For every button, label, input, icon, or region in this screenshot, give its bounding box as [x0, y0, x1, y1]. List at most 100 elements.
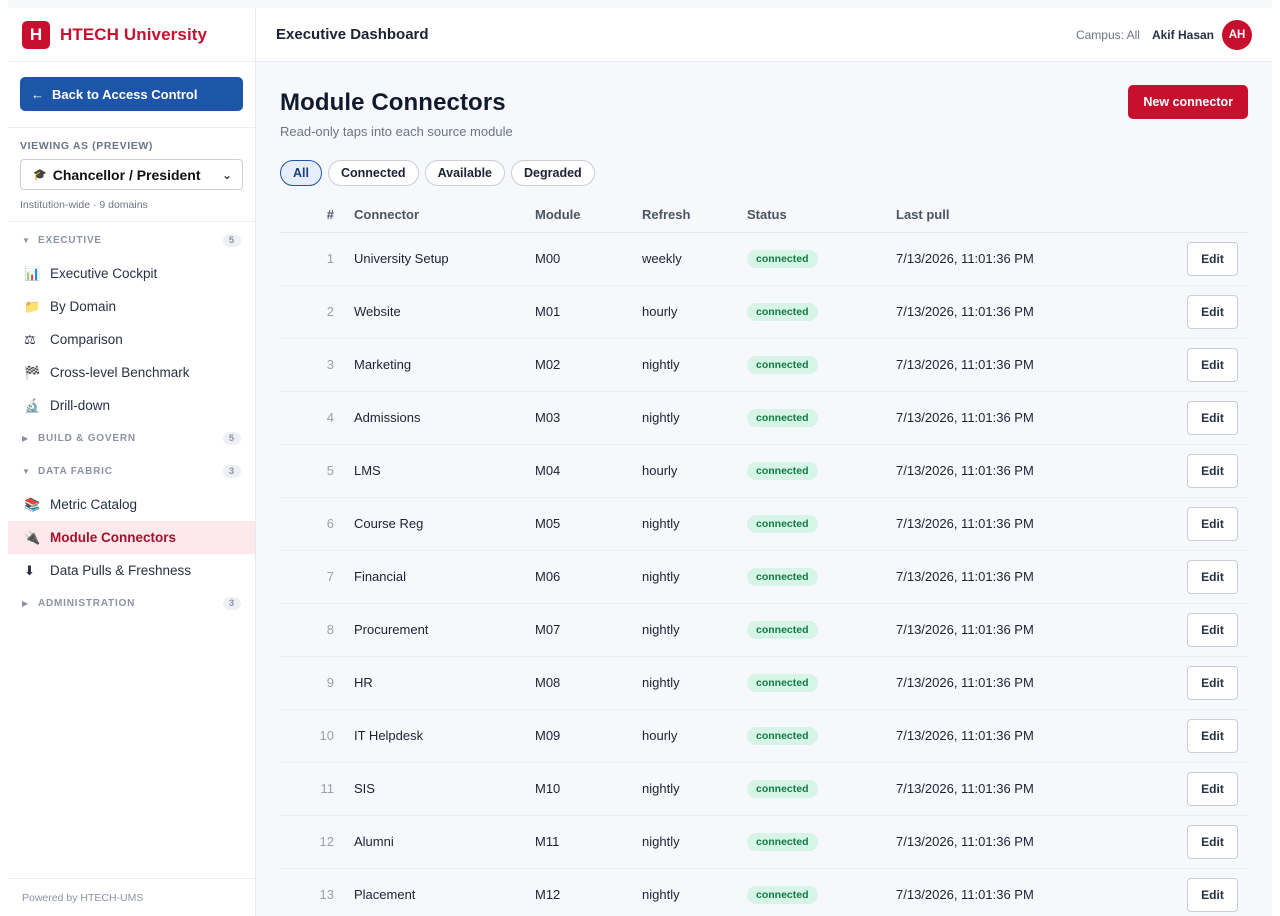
sidebar-item-label: Metric Catalog [50, 497, 138, 512]
table-header-row: # Connector Module Refresh Status Last p… [280, 198, 1248, 233]
sidebar-item-label: Drill-down [50, 398, 111, 413]
edit-button[interactable]: Edit [1187, 771, 1238, 806]
edit-button[interactable]: Edit [1187, 877, 1238, 912]
caret-right-icon: ▶ [22, 434, 29, 443]
module-code: M02 [535, 338, 642, 392]
sidebar-nav: ▼ EXECUTIVE 5 📊 Executive Cockpit 📁 By Doma… [8, 222, 255, 620]
status-cell: connected [747, 709, 896, 763]
sidebar-item-executive-cockpit[interactable]: 📊 Executive Cockpit [8, 257, 255, 290]
nav-section-title: EXECUTIVE [38, 235, 102, 246]
actions-cell: Edit [1136, 603, 1248, 657]
status-cell: connected [747, 815, 896, 869]
edit-button[interactable]: Edit [1187, 824, 1238, 859]
edit-button[interactable]: Edit [1187, 612, 1238, 647]
filter-chip-available[interactable]: Available [424, 160, 506, 186]
status-cell: connected [747, 762, 896, 816]
filter-chip-degraded[interactable]: Degraded [511, 160, 595, 186]
campus-selector[interactable]: Campus: All [1076, 28, 1140, 42]
sidebar-item-comparison[interactable]: ⚖ Comparison [8, 323, 255, 356]
back-button-label: Back to Access Control [52, 86, 198, 102]
back-to-access-control-button[interactable]: ← Back to Access Control [20, 77, 243, 111]
avatar[interactable]: AH [1222, 19, 1252, 50]
edit-button[interactable]: Edit [1187, 294, 1238, 329]
edit-button[interactable]: Edit [1187, 453, 1238, 488]
nav-item-icon: 🔬 [24, 397, 41, 413]
sidebar-item-drill-down[interactable]: 🔬 Drill-down [8, 389, 255, 422]
caret-down-icon: ▼ [22, 236, 31, 245]
sidebar-item-cross-level-benchmark[interactable]: 🏁 Cross-level Benchmark [8, 356, 255, 389]
nav-section-administration[interactable]: ▶ ADMINISTRATION 3 [8, 587, 255, 620]
edit-button[interactable]: Edit [1187, 559, 1238, 594]
status-badge: connected [747, 779, 818, 798]
nav-item-icon: 📚 [24, 496, 41, 512]
connector-name: SIS [354, 762, 535, 816]
connector-name: Website [354, 285, 535, 339]
sidebar-item-label: Comparison [50, 332, 123, 347]
last-pull-time: 7/13/2026, 11:01:36 PM [896, 550, 1136, 604]
col-header-last-pull[interactable]: Last pull [896, 198, 1136, 233]
role-scope-text: Institution-wide · 9 domains [20, 199, 148, 211]
edit-button[interactable]: Edit [1187, 506, 1238, 541]
last-pull-time: 7/13/2026, 11:01:36 PM [896, 232, 1136, 286]
refresh-schedule: hourly [642, 285, 747, 339]
window-edge-right [1272, 0, 1280, 916]
nav-section-build-govern[interactable]: ▶ BUILD & GOVERN 5 [8, 422, 255, 455]
col-header-refresh[interactable]: Refresh [642, 198, 747, 233]
status-cell: connected [747, 232, 896, 286]
module-code: M08 [535, 656, 642, 710]
sidebar-item-label: Data Pulls & Freshness [50, 563, 192, 578]
status-badge: connected [747, 620, 818, 639]
status-badge: connected [747, 302, 818, 321]
sidebar-item-metric-catalog[interactable]: 📚 Metric Catalog [8, 488, 255, 521]
edit-button[interactable]: Edit [1187, 241, 1238, 276]
nav-section-count: 3 [222, 597, 241, 610]
viewing-as-panel: VIEWING AS (PREVIEW) 🎓 Chancellor / Pres… [8, 128, 255, 222]
actions-cell: Edit [1136, 868, 1248, 916]
table-row: 2 Website M01 hourly connected 7/13/2026, 11:… [280, 285, 1248, 339]
module-code: M05 [535, 497, 642, 551]
edit-button[interactable]: Edit [1187, 718, 1238, 753]
col-header-module[interactable]: Module [535, 198, 642, 233]
actions-cell: Edit [1136, 444, 1248, 498]
status-badge: connected [747, 408, 818, 427]
edit-button[interactable]: Edit [1187, 400, 1238, 435]
filter-chip-all[interactable]: All [280, 160, 322, 186]
edit-button[interactable]: Edit [1187, 347, 1238, 382]
actions-cell: Edit [1136, 815, 1248, 869]
actions-cell: Edit [1136, 762, 1248, 816]
edit-button[interactable]: Edit [1187, 665, 1238, 700]
actions-cell: Edit [1136, 391, 1248, 445]
connector-name: Financial [354, 550, 535, 604]
connector-name: Alumni [354, 815, 535, 869]
row-number: 4 [280, 391, 354, 445]
new-connector-button[interactable]: New connector [1128, 85, 1248, 119]
row-number: 11 [280, 762, 354, 816]
table-row: 12 Alumni M11 nightly connected 7/13/2026, 11… [280, 815, 1248, 869]
col-header-connector[interactable]: Connector [354, 198, 535, 233]
refresh-schedule: nightly [642, 497, 747, 551]
nav-section-data-fabric[interactable]: ▼ DATA FABRIC 3 [8, 455, 255, 488]
status-cell: connected [747, 868, 896, 916]
role-select[interactable]: 🎓 Chancellor / President ⌄ [20, 159, 243, 190]
sidebar-item-module-connectors[interactable]: 🔌 Module Connectors [8, 521, 255, 554]
row-number: 2 [280, 285, 354, 339]
sidebar-item-data-pulls-freshness[interactable]: ⬇ Data Pulls & Freshness [8, 554, 255, 587]
status-cell: connected [747, 656, 896, 710]
brand-name: HTECH University [60, 24, 208, 44]
table-row: 9 HR M08 nightly connected 7/13/2026, 11:01:3… [280, 656, 1248, 710]
role-select-value: Chancellor / President [52, 166, 201, 183]
row-number: 8 [280, 603, 354, 657]
col-header-num: # [280, 198, 354, 233]
sidebar-item-label: Executive Cockpit [50, 266, 158, 281]
caret-right-icon: ▶ [22, 599, 29, 608]
col-header-status[interactable]: Status [747, 198, 896, 233]
brand[interactable]: H HTECH University [8, 8, 255, 62]
filter-chip-connected[interactable]: Connected [327, 160, 419, 186]
table-row: 10 IT Helpdesk M09 hourly connected 7/13/2026… [280, 709, 1248, 763]
status-cell: connected [747, 338, 896, 392]
sidebar-item-by-domain[interactable]: 📁 By Domain [8, 290, 255, 323]
actions-cell: Edit [1136, 497, 1248, 551]
last-pull-time: 7/13/2026, 11:01:36 PM [896, 709, 1136, 763]
status-cell: connected [747, 444, 896, 498]
nav-section-executive[interactable]: ▼ EXECUTIVE 5 [8, 224, 255, 257]
